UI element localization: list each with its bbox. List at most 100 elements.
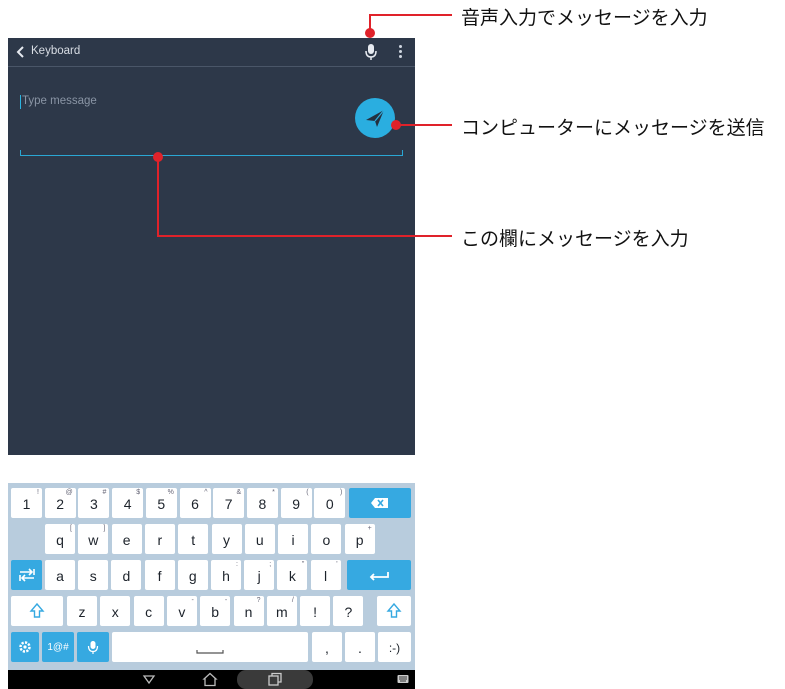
back-triangle-icon[interactable] bbox=[142, 672, 156, 686]
key-z[interactable]: z bbox=[67, 596, 97, 626]
key-3[interactable]: 3 # bbox=[78, 488, 110, 518]
key-label: 0 bbox=[325, 496, 334, 512]
key-m[interactable]: m / bbox=[266, 596, 297, 626]
app-toolbar: Keyboard bbox=[8, 38, 415, 67]
on-screen-keyboard: 1! 2 @3 #4 $5% 6 ^ 7 & 8 * 9(0) q[w] e r t y u i o p + asdfg… bbox=[8, 483, 415, 670]
home-icon[interactable] bbox=[202, 672, 218, 687]
symbols-key[interactable]: 1@# bbox=[42, 632, 74, 662]
key-5[interactable]: 5% bbox=[145, 488, 177, 518]
tab-icon bbox=[18, 568, 35, 582]
key-label: m bbox=[275, 604, 288, 620]
key-label: o bbox=[322, 532, 331, 548]
key-n[interactable]: n? bbox=[233, 596, 264, 626]
key-l[interactable]: l ' bbox=[310, 560, 341, 590]
send-button[interactable] bbox=[355, 98, 395, 138]
key-label: p bbox=[355, 532, 364, 548]
tab-key[interactable] bbox=[11, 560, 42, 590]
key-i[interactable]: i bbox=[278, 524, 309, 554]
key-t[interactable]: t bbox=[178, 524, 209, 554]
key-4[interactable]: 4 $ bbox=[112, 488, 144, 518]
period-key[interactable]: . bbox=[345, 632, 375, 662]
voice-input-key[interactable] bbox=[77, 632, 109, 662]
key-h[interactable]: h: bbox=[211, 560, 241, 590]
backspace-icon bbox=[371, 498, 388, 508]
key-q[interactable]: q[ bbox=[45, 524, 75, 554]
comma-key[interactable]: , bbox=[312, 632, 342, 662]
message-input[interactable]: Type message bbox=[20, 95, 320, 111]
key-u[interactable]: u bbox=[244, 524, 275, 554]
key-secondary-label: ] bbox=[103, 525, 106, 532]
key-8[interactable]: 8 * bbox=[246, 488, 278, 518]
key-label: j bbox=[257, 568, 261, 584]
key-secondary-label: ^ bbox=[204, 489, 208, 496]
key-7[interactable]: 7 & bbox=[213, 488, 245, 518]
key-b[interactable]: b- bbox=[200, 596, 231, 626]
key-v[interactable]: v- bbox=[166, 596, 197, 626]
send-icon bbox=[366, 109, 385, 127]
key-x[interactable]: x bbox=[100, 596, 131, 626]
key-a[interactable]: a bbox=[45, 560, 75, 590]
key-secondary-label: $ bbox=[136, 489, 141, 496]
key-secondary-label: " bbox=[301, 561, 305, 568]
key-secondary-label: @ bbox=[65, 489, 73, 496]
text-cursor bbox=[20, 95, 21, 109]
key-y[interactable]: y bbox=[211, 524, 242, 554]
enter-key[interactable] bbox=[347, 560, 411, 590]
space-key[interactable] bbox=[112, 632, 308, 662]
back-arrow-icon[interactable] bbox=[14, 45, 28, 59]
key-2[interactable]: 2 @ bbox=[44, 488, 76, 518]
key-exclamation[interactable]: ! bbox=[300, 596, 331, 626]
key-1[interactable]: 1! bbox=[11, 488, 42, 518]
shift-key-right[interactable] bbox=[377, 596, 411, 626]
backspace-key[interactable] bbox=[349, 488, 411, 518]
key-question[interactable]: ? bbox=[333, 596, 364, 626]
key-secondary-label: ( bbox=[306, 489, 309, 496]
key-secondary-label: : bbox=[236, 561, 238, 568]
key-label: ? bbox=[344, 604, 353, 620]
key-label: ! bbox=[313, 604, 318, 620]
key-secondary-label: ; bbox=[269, 561, 272, 568]
key-secondary-label: ! bbox=[37, 489, 39, 496]
key-secondary-label: + bbox=[367, 525, 372, 532]
callout-line-field bbox=[157, 235, 452, 237]
app-screen: Keyboard Type message bbox=[8, 38, 415, 455]
key-6[interactable]: 6 ^ bbox=[179, 488, 211, 518]
shift-key-left[interactable] bbox=[11, 596, 63, 626]
callout-label-send: コンピューターにメッセージを送信 bbox=[461, 118, 765, 139]
key-r[interactable]: r bbox=[144, 524, 175, 554]
recent-apps-icon bbox=[268, 672, 282, 686]
key-e[interactable]: e bbox=[111, 524, 142, 554]
key-d[interactable]: d bbox=[111, 560, 142, 590]
key-p[interactable]: p + bbox=[344, 524, 375, 554]
recent-apps-button[interactable] bbox=[237, 670, 313, 689]
key-o[interactable]: o bbox=[311, 524, 342, 554]
key-label: g bbox=[188, 568, 197, 584]
key-label: 9 bbox=[292, 496, 300, 512]
key-label: a bbox=[56, 568, 64, 584]
key-k[interactable]: k " bbox=[277, 560, 308, 590]
key-0[interactable]: 0) bbox=[314, 488, 346, 518]
key-label: t bbox=[191, 532, 196, 548]
settings-key[interactable] bbox=[11, 632, 39, 662]
key-label: 6 bbox=[191, 496, 199, 512]
key-label: 3 bbox=[89, 496, 98, 512]
keyboard-icon[interactable] bbox=[397, 674, 409, 684]
key-j[interactable]: j; bbox=[244, 560, 275, 590]
callout-line-send bbox=[396, 124, 452, 126]
key-s[interactable]: s bbox=[78, 560, 109, 590]
microphone-icon[interactable] bbox=[364, 43, 378, 61]
key-c[interactable]: c bbox=[133, 596, 164, 626]
callout-line-voice bbox=[369, 15, 371, 32]
key-secondary-label: - bbox=[224, 597, 228, 604]
overflow-menu-icon[interactable] bbox=[397, 45, 403, 61]
input-underline bbox=[20, 155, 403, 156]
key-f[interactable]: f bbox=[144, 560, 175, 590]
key-w[interactable]: w] bbox=[78, 524, 109, 554]
key-label: 7 bbox=[224, 496, 233, 512]
app-title: Keyboard bbox=[31, 45, 81, 57]
key-label: k bbox=[288, 568, 296, 584]
key-secondary-label: / bbox=[291, 597, 294, 604]
key-9[interactable]: 9( bbox=[280, 488, 312, 518]
key-g[interactable]: g bbox=[177, 560, 208, 590]
smiley-key[interactable]: :-) bbox=[378, 632, 411, 662]
